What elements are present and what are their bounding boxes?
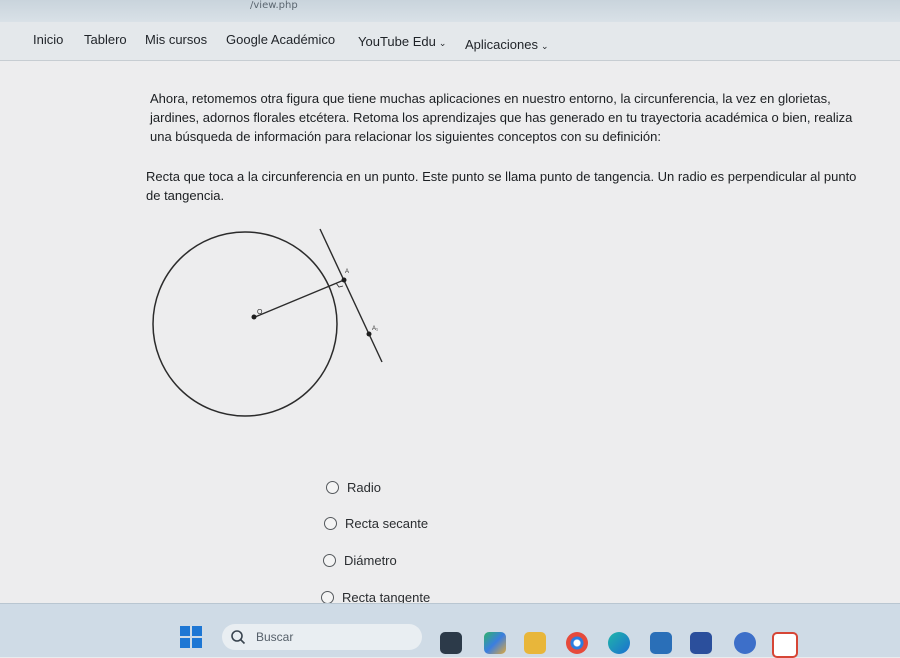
gmail-icon[interactable] [772,632,798,658]
option-label: Radio [347,480,381,495]
app-icon[interactable] [734,632,756,654]
store-icon[interactable] [650,632,672,654]
taskbar-search[interactable]: Buscar [222,624,422,650]
radius-line [254,279,345,318]
search-icon [231,630,246,645]
edge-icon[interactable] [608,632,630,654]
radio-button[interactable] [326,481,339,494]
start-icon[interactable] [180,626,202,648]
label-line-point: A₁ [372,326,378,332]
chevron-down-icon: ⌄ [541,41,549,51]
radio-button[interactable] [324,517,337,530]
option-diametro[interactable]: Diámetro [323,553,397,568]
line-point [366,331,372,337]
url-fragment[interactable]: /view.php [250,0,298,11]
nav-youtube-edu-label: YouTube Edu [358,34,436,49]
nav-aplicaciones-label: Aplicaciones [465,37,538,52]
nav-aplicaciones[interactable]: Aplicaciones ⌄ [465,37,549,52]
file-explorer-icon[interactable] [524,632,546,654]
nav-mis-cursos[interactable]: Mis cursos [145,32,207,47]
top-navigation: Inicio Tablero Mis cursos Google Académi… [0,22,900,61]
option-label: Diámetro [344,553,397,568]
search-placeholder: Buscar [256,630,294,644]
taskbar: Buscar [0,603,900,658]
tangent-point [341,277,347,283]
chevron-down-icon: ⌄ [438,38,447,48]
tangent-line [319,228,383,363]
label-tangent-point: A [345,269,349,275]
nav-tablero[interactable]: Tablero [84,32,127,47]
question-content: Ahora, retomemos otra figura que tiene m… [0,61,900,605]
radio-button[interactable] [323,554,336,567]
chrome-icon[interactable] [566,632,588,654]
nav-google-academico[interactable]: Google Académico [226,32,335,47]
question-definition: Recta que toca a la circunferencia en un… [146,169,857,203]
nav-inicio[interactable]: Inicio [33,32,63,47]
option-label: Recta secante [345,516,429,531]
task-view-icon[interactable] [440,632,462,654]
circle-outline [152,231,338,417]
center-point [251,314,257,320]
question-intro: Ahora, retomemos otra figura que tiene m… [150,91,853,144]
option-recta-secante[interactable]: Recta secante [324,516,428,531]
tangent-figure: O A A₁ [152,228,383,417]
browser-top-strip: /view.php [0,0,900,22]
nav-youtube-edu[interactable]: YouTube Edu ⌄ [358,34,446,49]
label-center: O [257,309,263,316]
option-radio[interactable]: Radio [326,480,381,495]
copilot-icon[interactable] [484,632,506,654]
hp-icon[interactable] [690,632,712,654]
